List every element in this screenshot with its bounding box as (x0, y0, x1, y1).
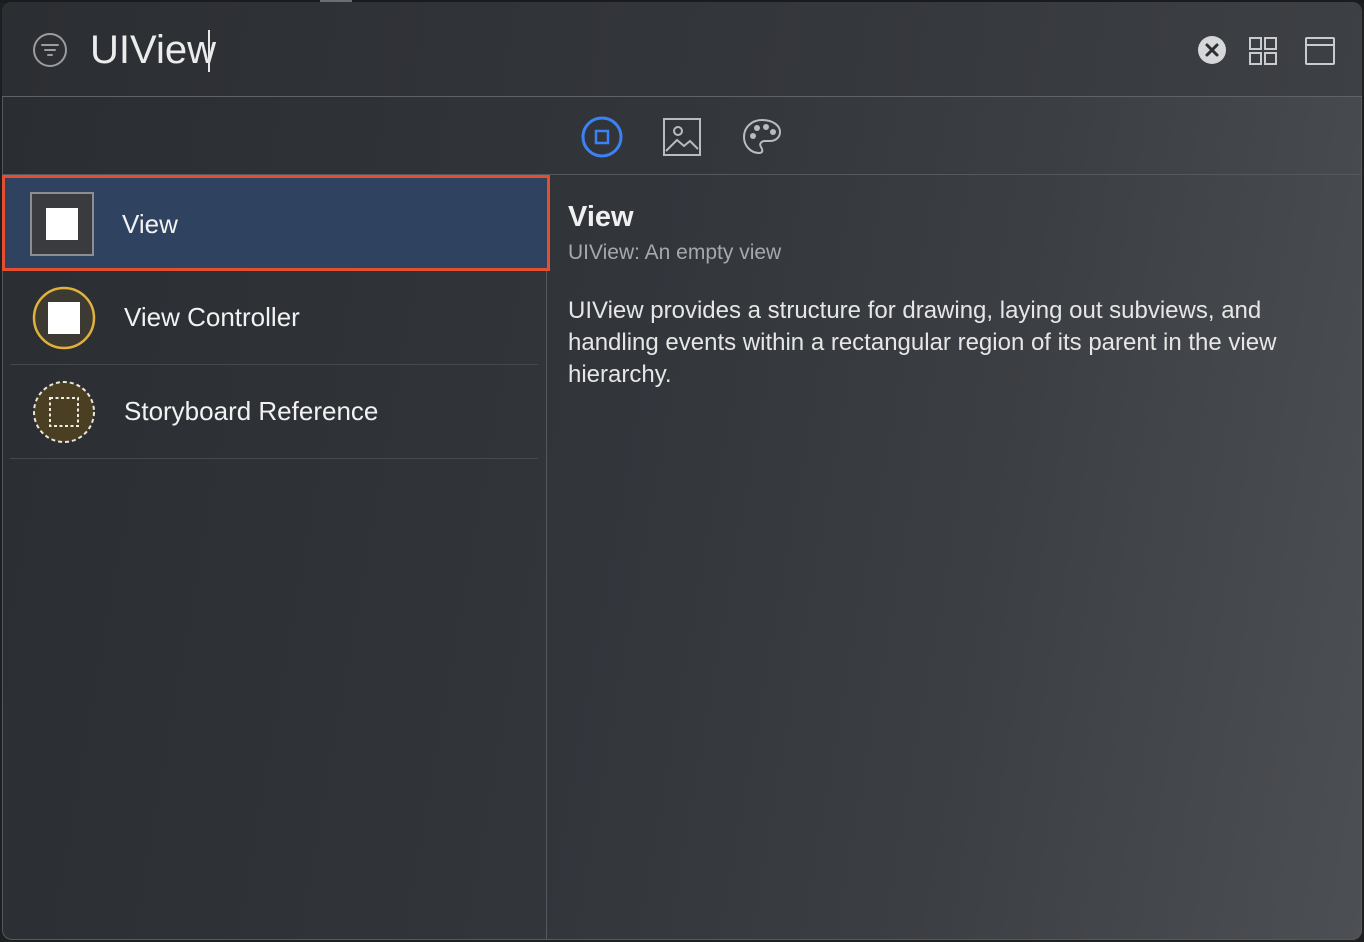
list-item-storyboard-reference[interactable]: Storyboard Reference (10, 365, 538, 459)
list-item-label: Storyboard Reference (124, 396, 379, 426)
media-tab-icon[interactable] (660, 115, 704, 159)
library-segment-bar (2, 97, 1362, 175)
list-item-view[interactable]: View (2, 175, 550, 271)
storyboard-reference-icon (33, 381, 95, 443)
view-controller-icon (32, 286, 96, 350)
library-window: View View Controller Storyboard Referenc… (2, 2, 1362, 940)
search-input[interactable] (88, 24, 1172, 76)
text-caret (208, 30, 210, 72)
grid-view-icon[interactable] (1248, 36, 1278, 66)
view-square-icon (30, 192, 94, 256)
clear-circle-icon[interactable] (1198, 36, 1226, 64)
detail-title: View (568, 201, 634, 233)
detail-subtitle: UIView: An empty view (568, 241, 782, 264)
detail-description: UIView provides a structure for drawing,… (568, 297, 1277, 388)
detail-pane: View UIView: An empty view UIView provid… (547, 175, 1362, 940)
list-item-view-controller[interactable]: View Controller (10, 271, 538, 365)
search-bar (2, 2, 1362, 97)
palette-tab-icon[interactable] (740, 115, 784, 159)
object-list: View View Controller Storyboard Referenc… (2, 175, 550, 940)
filter-circle-icon[interactable] (32, 32, 68, 68)
detail-panel-icon[interactable] (1304, 36, 1336, 66)
objects-tab-icon[interactable] (580, 115, 624, 159)
list-item-label: View Controller (124, 302, 300, 332)
list-item-label: View (122, 209, 178, 239)
